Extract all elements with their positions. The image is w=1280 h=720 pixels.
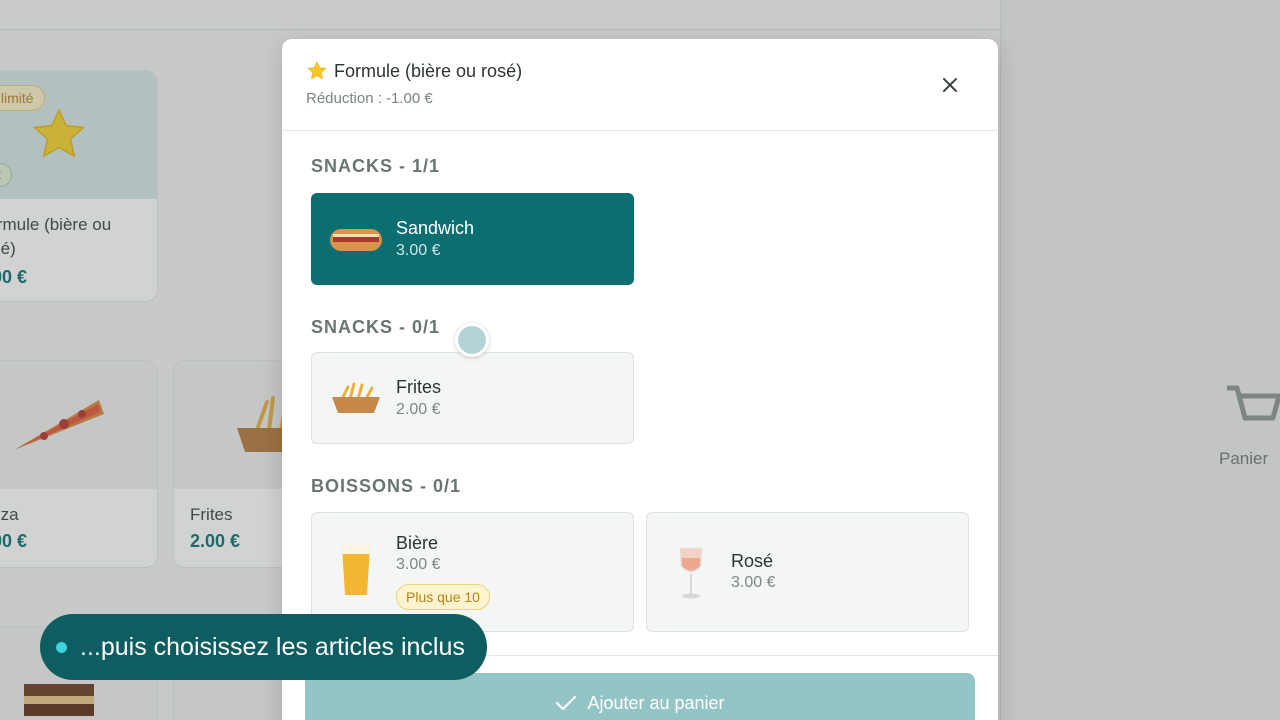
option-rose[interactable]: Rosé 3.00 € [646, 512, 969, 632]
option-price: 3.00 € [731, 574, 776, 591]
section-title-snacks-1: SNACKS - 1/1 [311, 156, 441, 176]
option-name: Rosé [731, 551, 774, 571]
close-icon [943, 78, 957, 92]
add-to-cart-button[interactable]: Ajouter au panier [305, 673, 975, 720]
option-sandwich[interactable]: Sandwich 3.00 € [311, 193, 634, 285]
option-name: Frites [396, 377, 441, 397]
cursor-indicator [455, 323, 489, 357]
beer-icon [328, 541, 384, 597]
wine-glass-icon [663, 545, 719, 601]
stock-limit-badge: Plus que 10 [396, 584, 490, 610]
section-title-boissons: BOISSONS - 0/1 [311, 476, 462, 496]
fries-icon [328, 371, 384, 427]
section-title-snacks-2: SNACKS - 0/1 [311, 317, 441, 337]
star-icon [307, 61, 327, 80]
option-price: 3.00 € [396, 556, 441, 573]
tutorial-caption: ...puis choisissez les articles inclus [40, 614, 487, 680]
caption-dot-icon [56, 642, 67, 653]
check-icon [556, 695, 577, 711]
modal-header: Formule (bière ou rosé) Réduction : -1.0… [282, 39, 998, 131]
option-price: 3.00 € [396, 242, 441, 259]
option-frites[interactable]: Frites 2.00 € [311, 352, 634, 444]
modal-subtitle: Réduction : -1.00 € [306, 90, 433, 107]
caption-text: ...puis choisissez les articles inclus [80, 632, 465, 661]
option-price: 2.00 € [396, 401, 441, 418]
sandwich-icon [328, 212, 384, 268]
option-name: Bière [396, 533, 439, 553]
modal-title: Formule (bière ou rosé) [306, 60, 522, 82]
close-button[interactable] [938, 73, 962, 97]
option-name: Sandwich [396, 218, 475, 238]
modal-title-text: Formule (bière ou rosé) [334, 60, 523, 81]
add-to-cart-label: Ajouter au panier [587, 692, 725, 713]
